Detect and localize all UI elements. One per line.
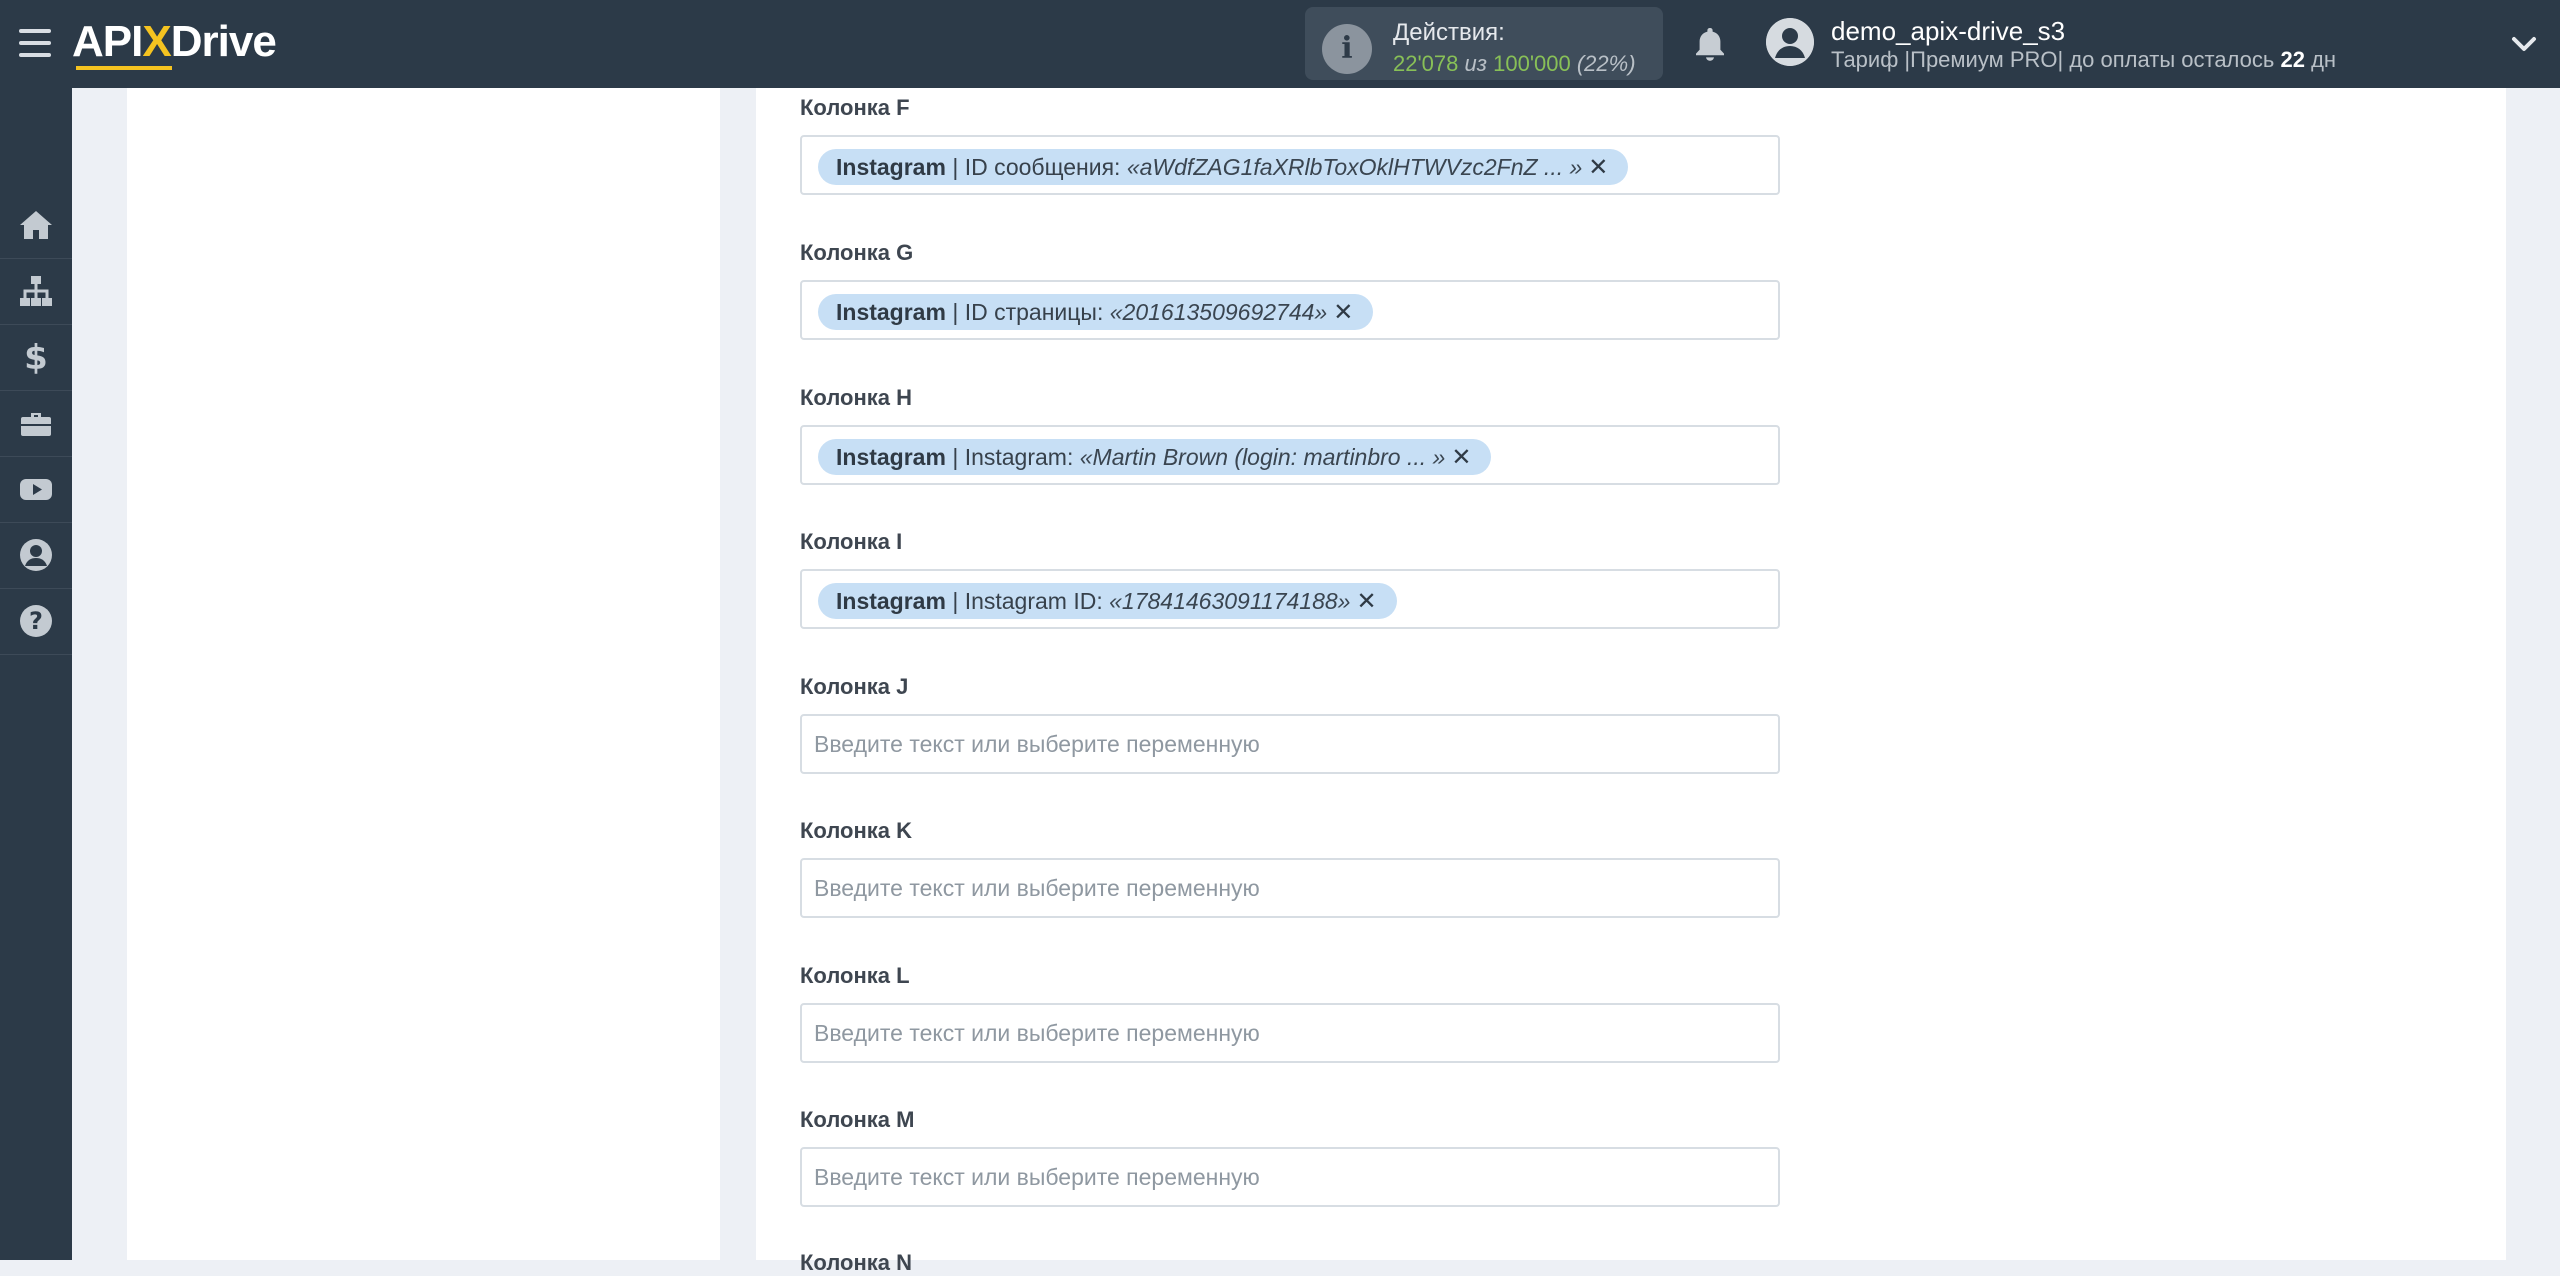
variable-tag[interactable]: Instagram | ID сообщения: «aWdfZAG1faXRl… (818, 149, 1629, 185)
logo[interactable]: APIXDrive (72, 12, 277, 72)
field-column-j: Колонка J Введите текст или выберите пер… (800, 672, 1780, 774)
user-circle-icon (20, 539, 52, 571)
info-icon: i (1322, 24, 1372, 74)
sidebar-item-connections[interactable] (0, 258, 72, 325)
variable-tag[interactable]: Instagram | Instagram: «Martin Brown (lo… (818, 439, 1492, 475)
actions-counter[interactable]: i Действия: 22'078 из 100'000 (22%) (1305, 7, 1663, 80)
input-placeholder: Введите текст или выберите переменную (814, 1164, 1260, 1190)
svg-text:?: ? (29, 607, 43, 635)
youtube-icon (20, 479, 52, 500)
input-placeholder: Введите текст или выберите переменную (814, 875, 1260, 901)
field-input[interactable]: Введите текст или выберите переменную (800, 714, 1780, 774)
field-column-l: Колонка L Введите текст или выберите пер… (800, 961, 1780, 1063)
field-label: Колонка I (800, 529, 903, 554)
remove-tag-icon[interactable]: ✕ (1333, 299, 1353, 326)
remove-tag-icon[interactable]: ✕ (1356, 588, 1376, 615)
field-label: Колонка K (800, 818, 912, 843)
remove-tag-icon[interactable]: ✕ (1588, 154, 1608, 181)
actions-title: Действия: (1393, 19, 1505, 46)
sidebar-item-home[interactable] (0, 192, 72, 259)
field-column-k: Колонка K Введите текст или выберите пер… (800, 816, 1780, 918)
bell-icon[interactable] (1690, 24, 1730, 64)
input-placeholder: Введите текст или выберите переменную (814, 1020, 1260, 1046)
sidebar-item-videos[interactable] (0, 456, 72, 523)
tariff-info: Тариф |Премиум PRO| до оплаты осталось 2… (1831, 47, 2337, 72)
field-label: Колонка M (800, 1107, 915, 1132)
field-column-i: Колонка I Instagram | Instagram ID: «178… (800, 527, 1780, 629)
question-icon: ? (20, 605, 52, 637)
field-label-next: Колонка N (800, 1250, 912, 1275)
sidebar-item-help[interactable]: ? (0, 588, 72, 655)
field-label: Колонка J (800, 674, 909, 699)
avatar[interactable] (1766, 18, 1814, 66)
field-label: Колонка L (800, 963, 910, 988)
variable-tag[interactable]: Instagram | ID страницы: «20161350969274… (818, 294, 1374, 330)
sidebar-item-services[interactable] (0, 390, 72, 457)
field-column-m: Колонка M Введите текст или выберите пер… (800, 1105, 1780, 1207)
actions-count: 22'078 из 100'000 (22%) (1393, 51, 1636, 76)
field-input[interactable]: Введите текст или выберите переменную (800, 858, 1780, 918)
field-label: Колонка F (800, 95, 910, 120)
sidebar: $ ? (0, 88, 72, 1260)
field-column-g: Колонка G Instagram | ID страницы: «2016… (800, 238, 1780, 340)
sidebar-item-billing[interactable]: $ (0, 324, 72, 391)
field-input[interactable]: Instagram | Instagram: «Martin Brown (lo… (800, 425, 1780, 485)
briefcase-icon (21, 413, 51, 436)
field-input[interactable]: Instagram | ID страницы: «20161350969274… (800, 280, 1780, 340)
variable-tag[interactable]: Instagram | Instagram ID: «1784146309117… (818, 583, 1397, 619)
field-label: Колонка G (800, 240, 914, 265)
field-input[interactable]: Введите текст или выберите переменную (800, 1147, 1780, 1207)
field-input[interactable]: Instagram | Instagram ID: «1784146309117… (800, 569, 1780, 629)
home-icon (20, 211, 52, 239)
field-label: Колонка H (800, 385, 912, 410)
top-bar: APIXDrive i Действия: 22'078 из 100'000 … (0, 0, 2560, 88)
field-column-f: Колонка F Instagram | ID сообщения: «aWd… (800, 93, 1780, 195)
menu-icon[interactable] (19, 29, 51, 57)
svg-text:$: $ (24, 339, 48, 375)
left-panel (127, 88, 720, 1260)
chevron-down-icon[interactable] (2510, 30, 2538, 58)
sitemap-icon (20, 276, 52, 306)
field-column-h: Колонка H Instagram | Instagram: «Martin… (800, 383, 1780, 485)
field-input[interactable]: Введите текст или выберите переменную (800, 1003, 1780, 1063)
dollar-icon: $ (24, 339, 48, 375)
field-input[interactable]: Instagram | ID сообщения: «aWdfZAG1faXRl… (800, 135, 1780, 195)
sidebar-item-profile[interactable] (0, 522, 72, 589)
input-placeholder: Введите текст или выберите переменную (814, 731, 1260, 757)
remove-tag-icon[interactable]: ✕ (1451, 444, 1471, 471)
username[interactable]: demo_apix-drive_s3 (1831, 16, 2065, 47)
